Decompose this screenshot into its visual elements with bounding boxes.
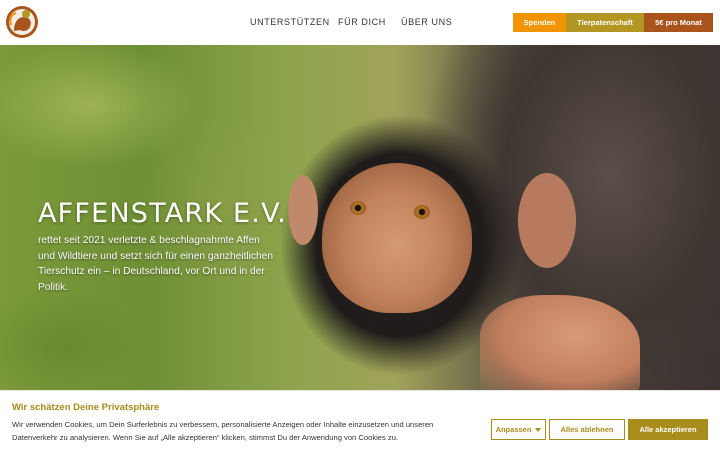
anpassen-button[interactable]: Anpassen (491, 419, 546, 440)
hero-description: rettet seit 2021 verletzte & beschlagnah… (38, 235, 274, 293)
chimp-eye-left (350, 201, 366, 215)
hero-title: AFFENSTARK E.V. (38, 198, 288, 229)
tierpatenschaft-button[interactable]: Tierpatenschaft (566, 13, 644, 32)
chimp-ear-right (518, 173, 576, 268)
anpassen-label: Anpassen (495, 425, 532, 434)
logo-icon[interactable] (5, 5, 39, 39)
hero-section: AFFENSTARK E.V. rettet seit 2021 verletz… (0, 45, 720, 390)
chimp-ear-left (288, 175, 318, 245)
site-header: UNTERSTÜTZEN FÜR DICH ÜBER UNS Spenden T… (0, 0, 720, 45)
cookie-title: Wir schätzen Deine Privatsphäre (12, 402, 160, 413)
nav-item-ueber-uns[interactable]: ÜBER UNS (401, 17, 452, 27)
five-euro-monthly-button[interactable]: 5€ pro Monat (644, 13, 713, 32)
chevron-down-icon (535, 427, 542, 432)
cookie-text: Wir verwenden Cookies, um Dein Surferleb… (12, 420, 434, 442)
chimp-eye-right (414, 205, 430, 219)
chimp-face-image (322, 163, 472, 313)
nav-item-unterstuetzen[interactable]: UNTERSTÜTZEN (250, 17, 330, 27)
spenden-button[interactable]: Spenden (513, 13, 566, 32)
nav-item-fuer-dich[interactable]: FÜR DICH (338, 17, 386, 27)
alle-akzeptieren-button[interactable]: Alle akzeptieren (628, 419, 708, 440)
alles-ablehnen-button[interactable]: Alles ablehnen (549, 419, 625, 440)
chimp-hand-image (480, 295, 640, 390)
